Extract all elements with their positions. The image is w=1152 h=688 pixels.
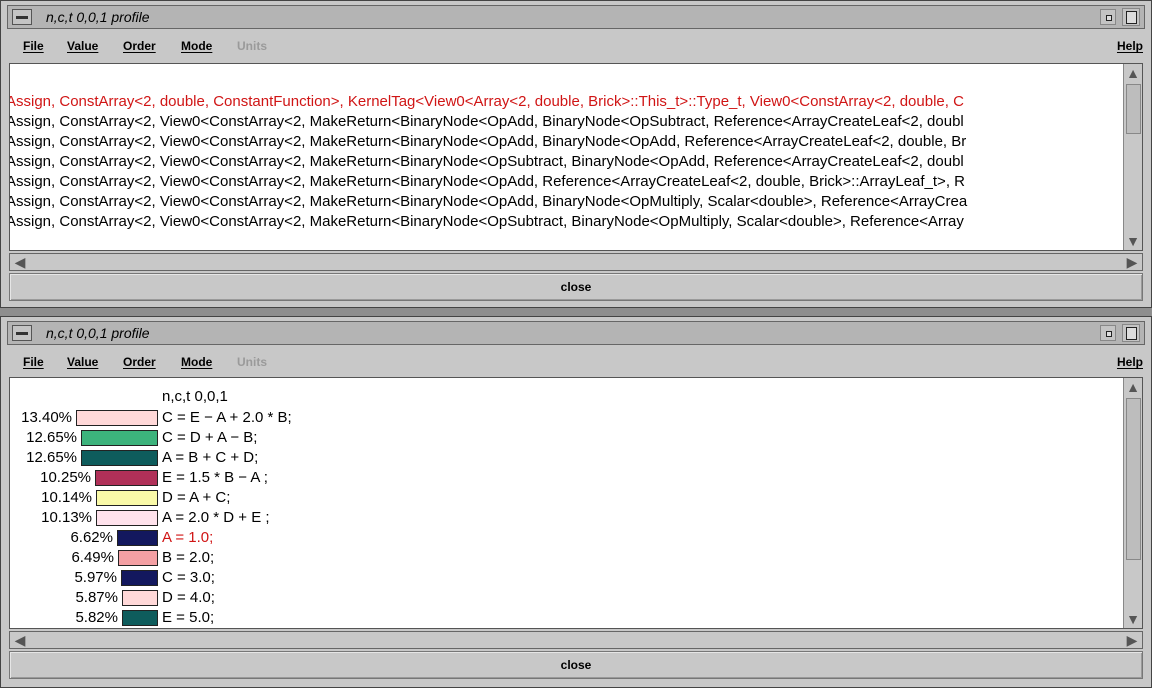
profile-row[interactable]: 5.82% E = 5.0; bbox=[10, 608, 910, 628]
scroll-thumb[interactable] bbox=[1126, 398, 1141, 560]
statement-label: E = 1.5 * B − A ; bbox=[162, 469, 268, 486]
menu-mode[interactable]: Mode bbox=[181, 39, 212, 53]
function-line[interactable]: Assign, ConstArray<2, double, ConstantFu… bbox=[10, 92, 964, 112]
profile-row[interactable]: 10.13% A = 2.0 * D + E ; bbox=[10, 508, 910, 528]
percent-bar bbox=[76, 410, 158, 426]
horizontal-scrollbar[interactable]: ◀ ▶ bbox=[9, 631, 1143, 649]
percent-label: 5.97% bbox=[74, 569, 117, 586]
profile-row[interactable]: 13.40% C = E − A + 2.0 * B; bbox=[10, 408, 910, 428]
percent-label: 10.25% bbox=[40, 469, 91, 486]
close-button[interactable]: close bbox=[9, 273, 1143, 301]
percent-bar bbox=[81, 450, 158, 466]
profile-row[interactable]: 12.65% A = B + C + D; bbox=[10, 448, 910, 468]
percent-bar bbox=[122, 590, 158, 606]
horizontal-scrollbar[interactable]: ◀ ▶ bbox=[9, 253, 1143, 271]
statement-label: E = 5.0; bbox=[162, 609, 215, 626]
scroll-thumb[interactable] bbox=[1126, 84, 1141, 134]
function-line[interactable]: Assign, ConstArray<2, View0<ConstArray<2… bbox=[10, 212, 964, 232]
percent-label: 10.13% bbox=[41, 509, 92, 526]
profile-row[interactable]: 5.87% D = 4.0; bbox=[10, 588, 910, 608]
scroll-right-icon[interactable]: ▶ bbox=[1123, 632, 1141, 648]
percent-label: 6.62% bbox=[70, 529, 113, 546]
menu-order[interactable]: Order bbox=[123, 39, 156, 53]
percent-bar bbox=[96, 490, 158, 506]
profile-row[interactable]: 10.14% D = A + C; bbox=[10, 488, 910, 508]
percent-label: 12.65% bbox=[26, 449, 77, 466]
function-line[interactable]: Assign, ConstArray<2, View0<ConstArray<2… bbox=[10, 192, 967, 212]
menu-order[interactable]: Order bbox=[123, 355, 156, 369]
window-menu-icon[interactable] bbox=[12, 325, 32, 341]
scroll-left-icon[interactable]: ◀ bbox=[11, 254, 29, 270]
profile-row[interactable]: 6.62% A = 1.0; bbox=[10, 528, 910, 548]
statement-label: D = 4.0; bbox=[162, 589, 215, 606]
profile-row[interactable]: 5.97% C = 3.0; bbox=[10, 568, 910, 588]
menu-value[interactable]: Value bbox=[67, 355, 98, 369]
percent-label: 5.87% bbox=[75, 589, 118, 606]
menu-bar: File Value Order Mode Units Help bbox=[9, 349, 1143, 375]
percent-label: 13.40% bbox=[21, 409, 72, 426]
title-bar[interactable]: n,c,t 0,0,1 profile bbox=[7, 321, 1145, 345]
profile-panel: n,c,t 0,0,1 13.40% C = E − A + 2.0 * B; 12… bbox=[9, 377, 1143, 629]
percent-label: 6.49% bbox=[71, 549, 114, 566]
percent-label: 5.82% bbox=[75, 609, 118, 626]
statement-label: C = 3.0; bbox=[162, 569, 215, 586]
percent-bar bbox=[117, 530, 158, 546]
maximize-icon[interactable] bbox=[1122, 324, 1140, 342]
statement-label: C = E − A + 2.0 * B; bbox=[162, 409, 292, 426]
statement-label: A = 1.0; bbox=[162, 529, 214, 546]
minimize-icon[interactable] bbox=[1100, 325, 1116, 341]
text-panel: Assign, ConstArray<2, double, ConstantFu… bbox=[9, 63, 1143, 251]
menu-units: Units bbox=[237, 39, 267, 53]
profile-row[interactable]: 12.65% C = D + A − B; bbox=[10, 428, 910, 448]
menu-value[interactable]: Value bbox=[67, 39, 98, 53]
vertical-scrollbar[interactable]: ▲ ▼ bbox=[1123, 378, 1142, 628]
profile-window-top: n,c,t 0,0,1 profile File Value Order Mod… bbox=[0, 0, 1152, 308]
window-title: n,c,t 0,0,1 profile bbox=[46, 325, 150, 341]
menu-file[interactable]: File bbox=[23, 39, 44, 53]
scroll-left-icon[interactable]: ◀ bbox=[11, 632, 29, 648]
menu-mode[interactable]: Mode bbox=[181, 355, 212, 369]
percent-bar bbox=[95, 470, 158, 486]
scroll-up-icon[interactable]: ▲ bbox=[1125, 379, 1141, 395]
function-line[interactable]: Assign, ConstArray<2, View0<ConstArray<2… bbox=[10, 132, 966, 152]
scroll-right-icon[interactable]: ▶ bbox=[1123, 254, 1141, 270]
statement-label: B = 2.0; bbox=[162, 549, 215, 566]
statement-label: D = A + C; bbox=[162, 489, 231, 506]
statement-label: A = 2.0 * D + E ; bbox=[162, 509, 270, 526]
menu-help[interactable]: Help bbox=[1117, 39, 1143, 53]
menu-help[interactable]: Help bbox=[1117, 355, 1143, 369]
scroll-down-icon[interactable]: ▼ bbox=[1125, 611, 1141, 627]
menu-units: Units bbox=[237, 355, 267, 369]
percent-bar bbox=[122, 610, 158, 626]
percent-label: 10.14% bbox=[41, 489, 92, 506]
profile-row[interactable]: 10.25% E = 1.5 * B − A ; bbox=[10, 468, 910, 488]
percent-bar bbox=[81, 430, 158, 446]
menu-bar: File Value Order Mode Units Help bbox=[9, 33, 1143, 59]
statement-label: A = B + C + D; bbox=[162, 449, 259, 466]
title-bar[interactable]: n,c,t 0,0,1 profile bbox=[7, 5, 1145, 29]
percent-bar bbox=[96, 510, 158, 526]
profile-title: n,c,t 0,0,1 bbox=[162, 388, 228, 405]
menu-file[interactable]: File bbox=[23, 355, 44, 369]
function-line[interactable]: Assign, ConstArray<2, View0<ConstArray<2… bbox=[10, 152, 964, 172]
maximize-icon[interactable] bbox=[1122, 8, 1140, 26]
profile-row[interactable]: 6.49% B = 2.0; bbox=[10, 548, 910, 568]
minimize-icon[interactable] bbox=[1100, 9, 1116, 25]
percent-label: 12.65% bbox=[26, 429, 77, 446]
percent-bar bbox=[118, 550, 158, 566]
statement-label: C = D + A − B; bbox=[162, 429, 258, 446]
vertical-scrollbar[interactable]: ▲ ▼ bbox=[1123, 64, 1142, 250]
window-title: n,c,t 0,0,1 profile bbox=[46, 9, 150, 25]
function-line[interactable]: Assign, ConstArray<2, View0<ConstArray<2… bbox=[10, 112, 964, 132]
scroll-up-icon[interactable]: ▲ bbox=[1125, 65, 1141, 81]
scroll-down-icon[interactable]: ▼ bbox=[1125, 233, 1141, 249]
profile-window-bottom: n,c,t 0,0,1 profile File Value Order Mod… bbox=[0, 316, 1152, 688]
window-menu-icon[interactable] bbox=[12, 9, 32, 25]
percent-bar bbox=[121, 570, 158, 586]
function-line[interactable]: Assign, ConstArray<2, View0<ConstArray<2… bbox=[10, 172, 965, 192]
close-button[interactable]: close bbox=[9, 651, 1143, 679]
